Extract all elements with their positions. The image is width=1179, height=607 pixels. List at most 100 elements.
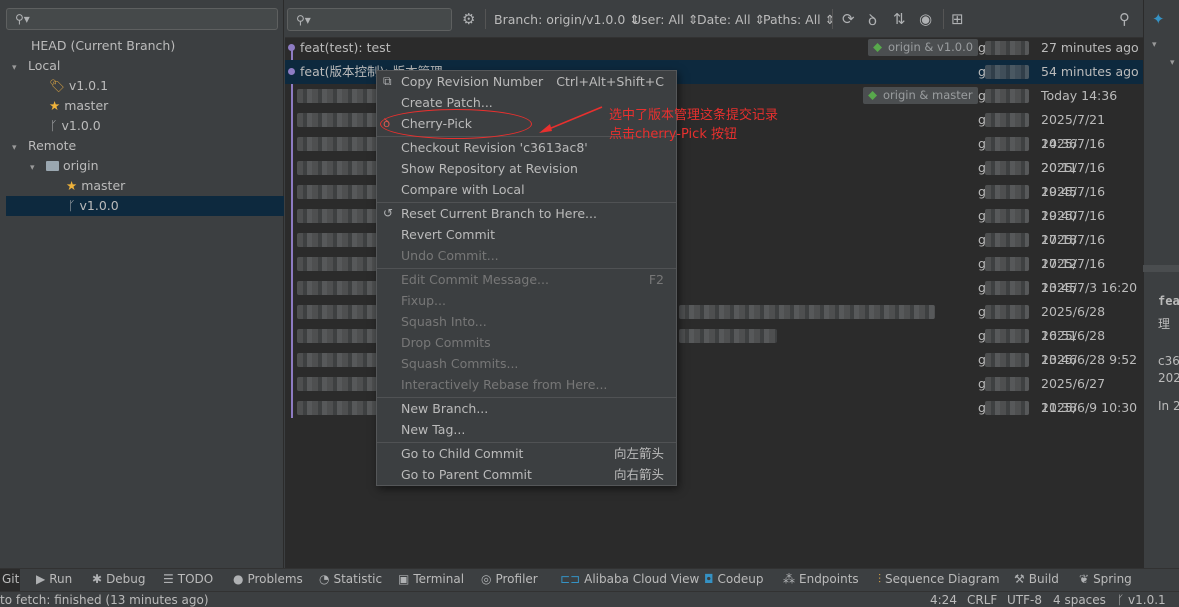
tool-tab-todo[interactable]: ☰ TODO bbox=[163, 572, 213, 586]
tool-tab-spring[interactable]: ❦ Spring bbox=[1079, 572, 1132, 586]
commit-row[interactable]: feat(test): test origin & v1.0.0 g 27 mi… bbox=[285, 36, 1143, 60]
tool-tab-statistic[interactable]: ◔ Statistic bbox=[319, 572, 382, 586]
file-encoding[interactable]: UTF-8 bbox=[1007, 593, 1042, 607]
tree-item-label: HEAD (Current Branch) bbox=[31, 38, 176, 53]
details-branches: In 2 bbox=[1158, 399, 1179, 413]
menu-revert-commit[interactable]: Revert Commit bbox=[377, 224, 676, 245]
tool-tab-endpoints[interactable]: ⁂ Endpoints bbox=[783, 572, 859, 586]
ref-badge: origin & v1.0.0 bbox=[868, 39, 979, 56]
chevron-down-icon[interactable]: ▾ bbox=[1170, 58, 1175, 68]
layout-icon[interactable]: ⊞ bbox=[951, 10, 964, 28]
branch-search-input[interactable]: ⚲▾ bbox=[6, 8, 278, 30]
tool-tab-profiler[interactable]: ◎ Profiler bbox=[481, 572, 538, 586]
menu-item-label: Copy Revision Number bbox=[401, 74, 544, 89]
tree-item-label: master bbox=[81, 178, 126, 193]
reset-icon: ↺ bbox=[383, 206, 394, 220]
branch-filter[interactable]: Branch: origin/v1.0.0 ⇕ bbox=[494, 12, 640, 27]
refresh-icon[interactable]: ⟳ bbox=[842, 10, 855, 28]
menu-new-tag[interactable]: New Tag... bbox=[377, 419, 676, 440]
pin-icon[interactable]: ✦ bbox=[1152, 10, 1165, 28]
tool-tab-problems[interactable]: ● Problems bbox=[233, 572, 303, 586]
build-icon: ⚒ bbox=[1014, 572, 1025, 586]
tool-tab-run[interactable]: ▶ Run bbox=[36, 572, 72, 586]
blurred-subject bbox=[297, 185, 377, 199]
menu-item-label: Squash Commits... bbox=[401, 356, 519, 371]
search-icon[interactable]: ⚲ bbox=[1119, 10, 1130, 28]
menu-squash-into[interactable]: Squash Into... bbox=[377, 311, 676, 332]
annotation-ellipse bbox=[380, 109, 532, 139]
endpoints-icon: ⁂ bbox=[783, 572, 795, 586]
menu-item-label: Drop Commits bbox=[401, 335, 491, 350]
menu-interactive-rebase[interactable]: Interactively Rebase from Here... bbox=[377, 374, 676, 395]
tree-item-local-master[interactable]: ★ master bbox=[6, 96, 284, 116]
chevron-down-icon[interactable]: ▾ bbox=[12, 58, 24, 78]
toolbar-separator bbox=[832, 9, 833, 29]
menu-show-repository[interactable]: Show Repository at Revision bbox=[377, 158, 676, 179]
paths-filter[interactable]: Paths: All ⇕ bbox=[763, 12, 835, 27]
chevron-down-icon[interactable]: ▾ bbox=[30, 158, 42, 178]
tree-item-local-v101[interactable]: 🏷 v1.0.1 bbox=[6, 76, 284, 96]
git-branch-widget[interactable]: ᚴ v1.0.1 bbox=[1117, 593, 1166, 607]
blurred-author bbox=[985, 281, 1029, 295]
menu-fixup[interactable]: Fixup... bbox=[377, 290, 676, 311]
menu-go-to-child-commit[interactable]: Go to Child Commit 向左箭头 bbox=[377, 443, 676, 464]
tree-item-origin[interactable]: ▾ origin bbox=[6, 156, 284, 176]
menu-new-branch[interactable]: New Branch... bbox=[377, 398, 676, 419]
menu-copy-revision-number[interactable]: ⧉ Copy Revision Number Ctrl+Alt+Shift+C bbox=[377, 71, 676, 92]
menu-go-to-parent-commit[interactable]: Go to Parent Commit 向右箭头 bbox=[377, 464, 676, 485]
menu-drop-commits[interactable]: Drop Commits bbox=[377, 332, 676, 353]
menu-edit-commit-message[interactable]: Edit Commit Message... F2 bbox=[377, 269, 676, 290]
sort-arrows-icon[interactable]: ⇅ bbox=[893, 10, 906, 28]
gear-icon[interactable]: ⚙ bbox=[462, 10, 475, 28]
tree-item-head[interactable]: HEAD (Current Branch) bbox=[6, 36, 284, 56]
cherry-pick-icon[interactable]: ꝺ bbox=[868, 10, 877, 30]
menu-undo-commit[interactable]: Undo Commit... bbox=[377, 245, 676, 266]
blurred-subject bbox=[297, 305, 377, 319]
indent-setting[interactable]: 4 spaces bbox=[1053, 593, 1106, 607]
tree-item-origin-v100[interactable]: ᚴ v1.0.0 bbox=[6, 196, 284, 216]
tool-tab-alibaba-cloud[interactable]: ⊏⊐ Alibaba Cloud View bbox=[560, 572, 699, 586]
codeup-icon: ◘ bbox=[704, 572, 714, 586]
tool-tab-label: Terminal bbox=[413, 572, 465, 586]
tool-tab-git[interactable]: Git bbox=[2, 572, 19, 586]
commit-date: Today 14:36 bbox=[1041, 88, 1118, 103]
menu-reset-branch[interactable]: ↺ Reset Current Branch to Here... bbox=[377, 203, 676, 224]
tool-tab-codeup[interactable]: ◘ Codeup bbox=[704, 572, 763, 586]
eye-icon[interactable]: ◉ bbox=[919, 10, 932, 28]
date-filter[interactable]: Date: All ⇕ bbox=[697, 12, 765, 27]
chevron-down-icon[interactable]: ▾ bbox=[12, 138, 24, 158]
tree-item-remote[interactable]: ▾ Remote bbox=[6, 136, 284, 156]
tool-tab-label: Statistic bbox=[333, 572, 383, 586]
menu-item-label: Interactively Rebase from Here... bbox=[401, 377, 608, 392]
menu-squash-commits[interactable]: Squash Commits... bbox=[377, 353, 676, 374]
blurred-author bbox=[985, 209, 1029, 223]
menu-item-label: Undo Commit... bbox=[401, 248, 499, 263]
user-filter[interactable]: User: All ⇕ bbox=[632, 12, 698, 27]
statistic-icon: ◔ bbox=[319, 572, 330, 586]
panel-splitter[interactable] bbox=[1143, 265, 1179, 272]
tool-tab-terminal[interactable]: ▣ Terminal bbox=[398, 572, 464, 586]
tool-tab-label: Spring bbox=[1093, 572, 1132, 586]
tool-tab-label: Run bbox=[49, 572, 73, 586]
menu-item-label: Go to Parent Commit bbox=[401, 467, 532, 482]
tree-item-local-v100[interactable]: ᚴ v1.0.0 bbox=[6, 116, 284, 136]
caret-position[interactable]: 4:24 bbox=[930, 593, 957, 607]
commit-date: 27 minutes ago bbox=[1041, 40, 1139, 55]
tree-item-origin-master[interactable]: ★ master bbox=[6, 176, 284, 196]
tree-item-local[interactable]: ▾ Local bbox=[6, 56, 284, 76]
chevron-down-icon[interactable]: ▾ bbox=[1152, 40, 1157, 50]
tool-tab-sequence-diagram[interactable]: ⫶ Sequence Diagram bbox=[878, 572, 1000, 587]
tree-item-label: Remote bbox=[27, 138, 77, 153]
tool-tab-debug[interactable]: ✱ Debug bbox=[92, 572, 146, 586]
tool-tab-build[interactable]: ⚒ Build bbox=[1014, 572, 1059, 586]
tree-item-label: master bbox=[64, 98, 109, 113]
menu-compare-with-local[interactable]: Compare with Local bbox=[377, 179, 676, 200]
blurred-subject bbox=[297, 161, 377, 175]
menu-item-label: Compare with Local bbox=[401, 182, 525, 197]
log-search-input[interactable]: ⚲▾ bbox=[287, 8, 452, 31]
debug-icon: ✱ bbox=[92, 572, 103, 586]
commit-subject: feat(test): test bbox=[300, 40, 391, 55]
line-ending[interactable]: CRLF bbox=[967, 593, 997, 607]
blurred-author bbox=[985, 305, 1029, 319]
toolbar-separator bbox=[485, 9, 486, 29]
